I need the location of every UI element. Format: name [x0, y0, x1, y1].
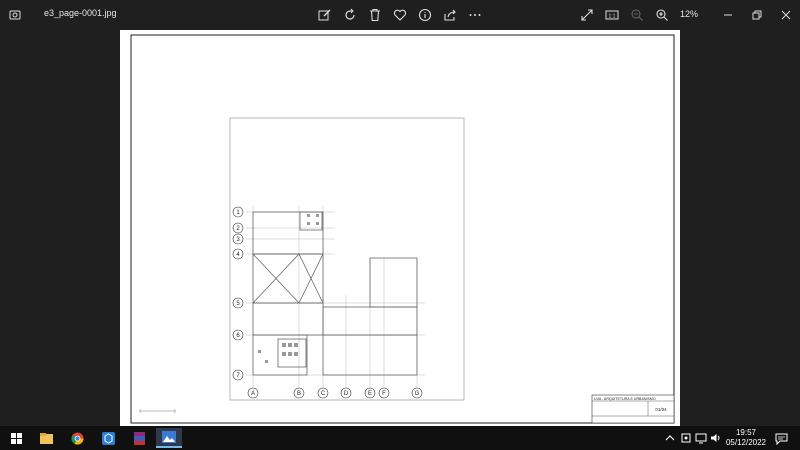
winrar-icon	[133, 431, 145, 445]
column-label: G	[415, 391, 420, 397]
close-button[interactable]	[776, 5, 796, 25]
show-hidden-icons-icon[interactable]	[664, 432, 676, 444]
minimize-icon	[724, 14, 732, 16]
share-button[interactable]	[441, 6, 459, 24]
info-button[interactable]	[416, 6, 434, 24]
system-clock[interactable]: 19:57 05/12/2022	[722, 428, 770, 448]
close-icon	[781, 10, 791, 20]
app-icon	[101, 431, 115, 445]
delete-button[interactable]	[366, 6, 384, 24]
photos-icon	[162, 431, 176, 443]
column-label: A	[251, 391, 255, 397]
file-name: e3_page-0001.jpg	[44, 8, 117, 18]
volume-icon[interactable]	[710, 432, 722, 444]
title-block-heading: UVA - ARQUITETURA E URBANISMO	[594, 397, 656, 401]
restore-button[interactable]	[747, 5, 767, 25]
photos-app-icon	[9, 10, 21, 20]
zoom-out-icon	[631, 9, 643, 21]
scale-bar	[139, 409, 176, 413]
floor-plan-image: 1 2 3 4 5 6 7 A B C D E F G UVA - ARQUIT…	[120, 30, 680, 426]
column-label: C	[321, 391, 326, 397]
rotate-button[interactable]	[341, 6, 359, 24]
favorite-icon	[393, 9, 407, 21]
clock-date: 05/12/2022	[725, 438, 767, 447]
start-button[interactable]	[5, 428, 27, 448]
restore-icon	[752, 10, 762, 20]
network-icon[interactable]	[695, 432, 707, 444]
chrome-icon	[70, 432, 83, 445]
share-icon	[444, 9, 456, 21]
taskbar-chrome[interactable]	[66, 428, 88, 448]
info-icon	[418, 8, 432, 22]
grid-row-markers: 1 2 3 4 5 6 7	[232, 206, 244, 381]
grid-column-markers: A B C D E F G	[247, 387, 423, 399]
taskbar-photos[interactable]	[156, 428, 182, 448]
file-explorer-icon	[39, 432, 53, 444]
delete-icon	[370, 8, 380, 22]
sheet-number: 01/04	[655, 407, 667, 412]
clock-time: 19:57	[735, 428, 757, 437]
security-icon[interactable]	[680, 432, 692, 444]
edit-image-icon	[318, 9, 331, 21]
fullscreen-icon	[581, 9, 593, 21]
zoom-in-icon	[656, 9, 668, 21]
actual-size-button[interactable]: 1:1	[603, 6, 621, 24]
title-block: UVA - ARQUITETURA E URBANISMO 01/04	[591, 394, 675, 424]
taskbar-app[interactable]	[97, 428, 119, 448]
column-label: D	[344, 391, 349, 397]
rotate-icon	[345, 8, 355, 20]
fullscreen-button[interactable]	[578, 6, 596, 24]
column-label: B	[297, 391, 301, 397]
more-button[interactable]	[466, 6, 484, 24]
zoom-out-button[interactable]	[628, 6, 646, 24]
notifications-icon[interactable]	[775, 432, 788, 445]
column-label: F	[382, 391, 386, 397]
actual-size-icon: 1:1	[605, 10, 619, 20]
zoom-level: 12%	[680, 9, 699, 19]
image-canvas[interactable]: 1 2 3 4 5 6 7 A B C D E F G UVA - ARQUIT…	[0, 30, 800, 426]
floor-plan-drawing: 1 2 3 4 5 6 7 A B C D E F G UVA - ARQUIT…	[130, 34, 675, 424]
favorite-button[interactable]	[391, 6, 409, 24]
start-icon	[10, 432, 22, 444]
zoom-in-button[interactable]	[653, 6, 671, 24]
svg-text:1:1: 1:1	[609, 14, 616, 20]
taskbar: 19:57 05/12/2022	[0, 426, 800, 450]
minimize-button[interactable]	[718, 5, 738, 25]
taskbar-winrar[interactable]	[128, 428, 150, 448]
taskbar-file-explorer[interactable]	[35, 428, 57, 448]
column-label: E	[368, 391, 372, 397]
title-bar: e3_page-0001.jpg 1:1 12%	[0, 0, 800, 30]
edit-image-button[interactable]	[316, 6, 334, 24]
more-icon	[469, 14, 481, 16]
